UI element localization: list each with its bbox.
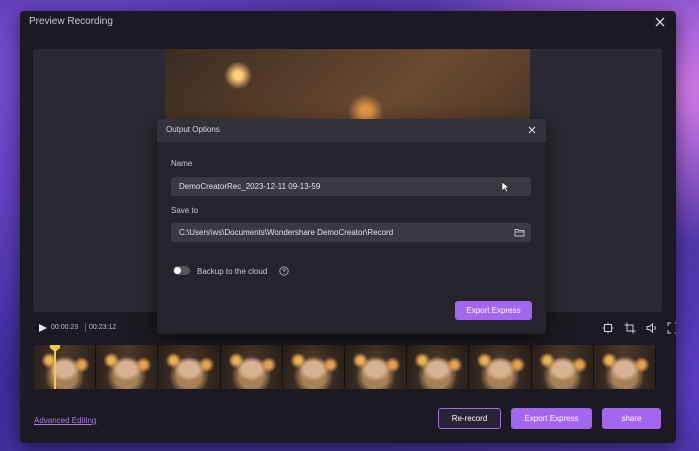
name-value: DemoCreatorRec_2023-12-11 09-13-59 xyxy=(179,182,321,191)
backup-toggle[interactable] xyxy=(173,266,190,275)
dialog-export-express-button[interactable]: Export Express xyxy=(455,301,532,320)
dialog-close-icon[interactable] xyxy=(527,125,537,135)
folder-icon[interactable] xyxy=(514,227,525,238)
save-to-label: Save to xyxy=(171,206,199,215)
name-input[interactable]: DemoCreatorRec_2023-12-11 09-13-59 xyxy=(171,177,531,196)
toggle-knob xyxy=(174,267,181,274)
output-options-dialog: Output Options Name DemoCreatorRec_2023-… xyxy=(157,119,546,334)
save-to-value: C:\Users\ws\Documents\Wondershare DemoCr… xyxy=(179,228,394,237)
dialog-header: Output Options xyxy=(157,119,546,142)
dialog-overlay: Output Options Name DemoCreatorRec_2023-… xyxy=(0,0,699,451)
save-to-input[interactable]: C:\Users\ws\Documents\Wondershare DemoCr… xyxy=(171,223,531,242)
backup-label: Backup to the cloud xyxy=(197,267,268,276)
help-icon[interactable] xyxy=(279,266,289,276)
name-label: Name xyxy=(171,159,193,168)
dialog-title: Output Options xyxy=(166,125,220,134)
mouse-cursor-icon xyxy=(501,181,510,193)
